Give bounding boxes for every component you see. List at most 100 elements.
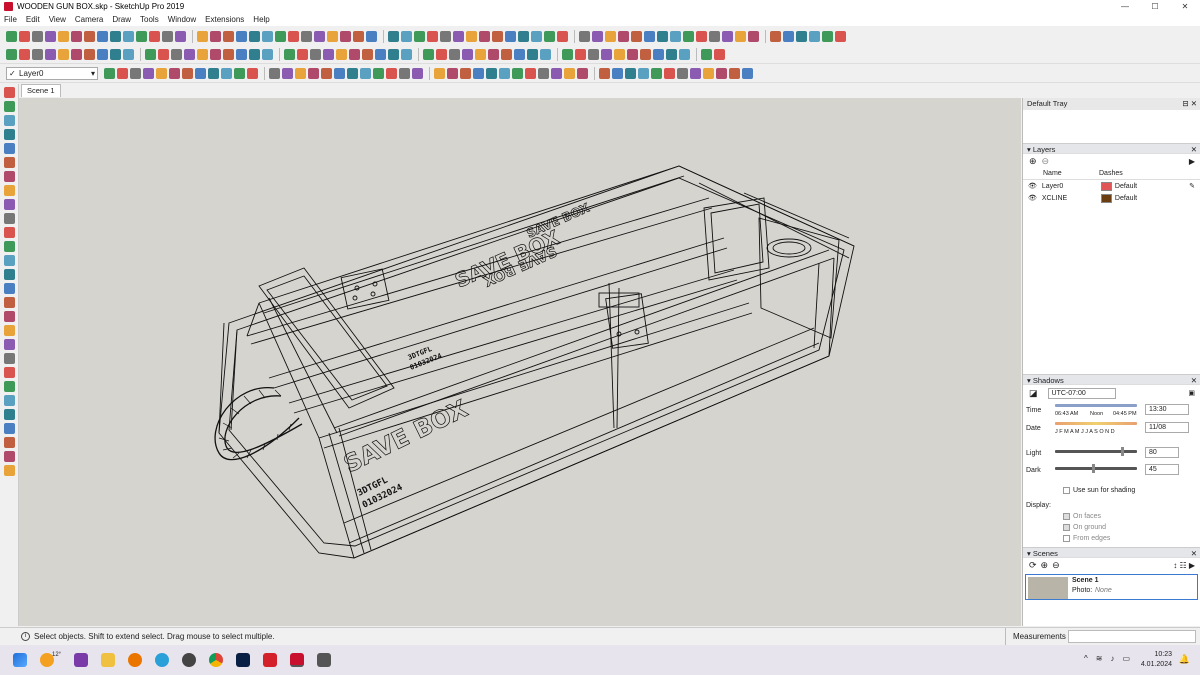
chrome-icon[interactable] [209, 653, 224, 667]
layer-tool-icon[interactable] [690, 67, 701, 79]
shadow-settings-icon[interactable]: ▣ [1188, 389, 1195, 397]
layer-tool-icon[interactable] [234, 67, 245, 79]
extension-tool-icon[interactable] [683, 30, 694, 42]
left-tool-icon[interactable] [4, 269, 15, 280]
layer-tool-icon[interactable] [612, 67, 623, 79]
layer-tool-icon[interactable] [308, 67, 319, 79]
layer-tool-icon[interactable] [473, 67, 484, 79]
layer-tool-icon[interactable] [677, 67, 688, 79]
layer-tool-icon[interactable] [208, 67, 219, 79]
layer-tool-icon[interactable] [716, 67, 727, 79]
clock[interactable]: 10:23 4.01.2024 [1141, 650, 1172, 670]
extension-tool-icon[interactable] [592, 30, 603, 42]
main-tool-icon[interactable] [679, 48, 690, 60]
main-tool-icon[interactable] [501, 48, 512, 60]
extension-tool-icon[interactable] [822, 30, 833, 42]
menu-view[interactable]: View [49, 15, 66, 24]
main-tool-icon[interactable] [210, 48, 221, 60]
layer-details-icon[interactable]: ▶ [1189, 157, 1195, 166]
layer-tool-icon[interactable] [321, 67, 332, 79]
sketchup-taskbar-icon[interactable] [290, 653, 305, 667]
calculator-icon[interactable] [317, 653, 332, 667]
extension-tool-icon[interactable] [531, 30, 542, 42]
layer-tool-icon[interactable] [247, 67, 258, 79]
left-tool-icon[interactable] [4, 143, 15, 154]
layer-row[interactable]: 👁 Layer0 Default ✎ [1023, 180, 1200, 192]
main-tool-icon[interactable] [158, 48, 169, 60]
left-tool-icon[interactable] [4, 129, 15, 140]
layer-row[interactable]: 👁 XCLINE Default [1023, 192, 1200, 204]
extension-tool-icon[interactable] [236, 30, 247, 42]
layer-tool-icon[interactable] [742, 67, 753, 79]
extension-tool-icon[interactable] [327, 30, 338, 42]
extension-tool-icon[interactable] [275, 30, 286, 42]
dark-slider[interactable] [1055, 467, 1137, 470]
scene-item[interactable]: Scene 1 Photo: None [1025, 574, 1198, 600]
left-tool-icon[interactable] [4, 185, 15, 196]
layer-tool-icon[interactable] [638, 67, 649, 79]
main-tool-icon[interactable] [527, 48, 538, 60]
layer-tool-icon[interactable] [143, 67, 154, 79]
layer-tool-icon[interactable] [117, 67, 128, 79]
dark-field[interactable]: 45 [1145, 464, 1179, 475]
scenes-panel-header[interactable]: ▾ Scenes ✕ [1023, 547, 1200, 558]
main-tool-icon[interactable] [449, 48, 460, 60]
main-tool-icon[interactable] [401, 48, 412, 60]
main-tool-icon[interactable] [540, 48, 551, 60]
main-tool-icon[interactable] [310, 48, 321, 60]
volume-icon[interactable]: ♪ [1110, 654, 1114, 663]
layer-tool-icon[interactable] [269, 67, 280, 79]
main-tool-icon[interactable] [436, 48, 447, 60]
extension-tool-icon[interactable] [414, 30, 425, 42]
layer-dropdown[interactable]: Layer0 [6, 66, 98, 80]
extension-tool-icon[interactable] [123, 30, 134, 42]
left-tool-icon[interactable] [4, 367, 15, 378]
left-tool-icon[interactable] [4, 115, 15, 126]
left-tool-icon[interactable] [4, 283, 15, 294]
left-tool-icon[interactable] [4, 451, 15, 462]
extension-tool-icon[interactable] [722, 30, 733, 42]
main-tool-icon[interactable] [336, 48, 347, 60]
remove-scene-icon[interactable]: ⊖ [1052, 560, 1060, 571]
layer-tool-icon[interactable] [399, 67, 410, 79]
extension-tool-icon[interactable] [71, 30, 82, 42]
main-tool-icon[interactable] [32, 48, 43, 60]
use-sun-checkbox[interactable] [1063, 486, 1070, 494]
layer-tool-icon[interactable] [625, 67, 636, 79]
menu-tools[interactable]: Tools [140, 15, 159, 24]
extension-tool-icon[interactable] [453, 30, 464, 42]
extension-tool-icon[interactable] [6, 30, 17, 42]
layer-dashes[interactable]: Default [1115, 195, 1137, 202]
on-ground-row[interactable]: On ground [1023, 522, 1200, 533]
extension-tool-icon[interactable] [288, 30, 299, 42]
left-tool-icon[interactable] [4, 395, 15, 406]
extension-tool-icon[interactable] [210, 30, 221, 42]
extension-tool-icon[interactable] [401, 30, 412, 42]
extension-tool-icon[interactable] [579, 30, 590, 42]
layer-tool-icon[interactable] [169, 67, 180, 79]
extension-tool-icon[interactable] [809, 30, 820, 42]
layer-tool-icon[interactable] [386, 67, 397, 79]
menu-draw[interactable]: Draw [112, 15, 131, 24]
layer-tool-icon[interactable] [195, 67, 206, 79]
menu-window[interactable]: Window [168, 15, 196, 24]
main-tool-icon[interactable] [627, 48, 638, 60]
layer-tool-icon[interactable] [373, 67, 384, 79]
extension-tool-icon[interactable] [605, 30, 616, 42]
main-tool-icon[interactable] [375, 48, 386, 60]
layers-panel-header[interactable]: ▾ Layers ✕ [1023, 143, 1200, 154]
notification-bell-icon[interactable]: 🔔 [1179, 654, 1190, 665]
date-slider[interactable] [1055, 422, 1137, 425]
left-tool-icon[interactable] [4, 311, 15, 322]
extension-tool-icon[interactable] [440, 30, 451, 42]
sketch-tool-icon[interactable] [182, 653, 197, 667]
date-field[interactable]: 11/08 [1145, 422, 1189, 433]
layer-tool-icon[interactable] [499, 67, 510, 79]
shadow-toggle-icon[interactable]: ◪ [1029, 388, 1038, 399]
extension-tool-icon[interactable] [110, 30, 121, 42]
layer-tool-icon[interactable] [599, 67, 610, 79]
model-viewport[interactable]: SAVE BOX SAVE BOX SAVE BOX SAVE BOX 3DTG… [19, 98, 1021, 626]
main-tool-icon[interactable] [84, 48, 95, 60]
main-tool-icon[interactable] [588, 48, 599, 60]
main-tool-icon[interactable] [575, 48, 586, 60]
